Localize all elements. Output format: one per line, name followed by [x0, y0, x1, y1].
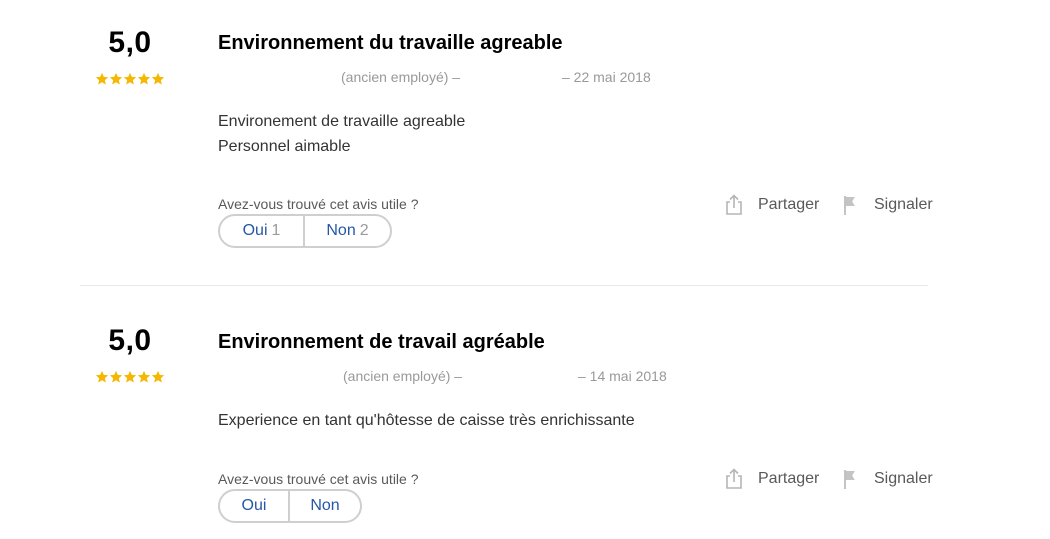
star-icon — [109, 72, 123, 86]
helpful-vote-group: Oui Non — [218, 489, 362, 523]
vote-yes-button[interactable]: Oui 1 — [220, 216, 303, 246]
review-text-line: Personnel aimable — [218, 138, 351, 155]
review-text-line: Environement de travaille agreable — [218, 113, 466, 130]
star-icon — [151, 370, 165, 384]
vote-yes-label: Oui — [241, 497, 267, 514]
vote-no-button[interactable]: Non 2 — [303, 216, 390, 246]
reviewer-role: (ancien employé) – — [343, 368, 463, 384]
vote-no-button[interactable]: Non — [288, 491, 360, 521]
review-date: – 14 mai 2018 — [578, 368, 667, 384]
reviewer-role: (ancien employé) – — [341, 69, 461, 85]
report-button[interactable]: Signaler — [841, 468, 933, 490]
share-label: Partager — [758, 196, 820, 213]
vote-no-count: 2 — [359, 222, 369, 239]
review-date: – 22 mai 2018 — [562, 69, 651, 85]
report-label: Signaler — [874, 196, 933, 213]
vote-yes-count: 1 — [271, 222, 281, 239]
star-icon — [151, 72, 165, 86]
vote-yes-label: Oui — [242, 222, 268, 239]
flag-icon — [841, 468, 861, 490]
star-rating — [50, 72, 210, 88]
star-icon — [109, 370, 123, 384]
rating-score: 5,0 — [108, 26, 152, 59]
star-icon — [95, 370, 109, 384]
rating-block: 5,0 — [50, 326, 210, 386]
share-button[interactable]: Partager — [724, 468, 819, 490]
helpful-question: Avez-vous trouvé cet avis utile ? — [218, 196, 419, 212]
vote-yes-button[interactable]: Oui — [220, 491, 288, 521]
star-icon — [123, 72, 137, 86]
report-label: Signaler — [874, 470, 933, 487]
star-icon — [137, 72, 151, 86]
share-label: Partager — [758, 470, 820, 487]
review-divider — [80, 285, 928, 286]
rating-score: 5,0 — [108, 324, 152, 357]
star-icon — [137, 370, 151, 384]
vote-no-label: Non — [310, 497, 340, 514]
share-icon — [724, 194, 744, 216]
star-rating — [50, 370, 210, 386]
review-title: Environnement du travaille agreable — [218, 32, 563, 54]
review-title: Environnement de travail agréable — [218, 331, 545, 353]
star-icon — [95, 72, 109, 86]
report-button[interactable]: Signaler — [841, 194, 933, 216]
vote-no-label: Non — [326, 222, 356, 239]
helpful-question: Avez-vous trouvé cet avis utile ? — [218, 471, 419, 487]
review-text-line: Experience en tant qu'hôtesse de caisse … — [218, 412, 635, 429]
helpful-vote-group: Oui 1 Non 2 — [218, 214, 392, 248]
star-icon — [123, 370, 137, 384]
review-text: Environement de travaille agreable Perso… — [218, 109, 465, 159]
share-button[interactable]: Partager — [724, 194, 819, 216]
review-text: Experience en tant qu'hôtesse de caisse … — [218, 408, 635, 433]
rating-block: 5,0 — [50, 28, 210, 88]
flag-icon — [841, 194, 861, 216]
share-icon — [724, 468, 744, 490]
